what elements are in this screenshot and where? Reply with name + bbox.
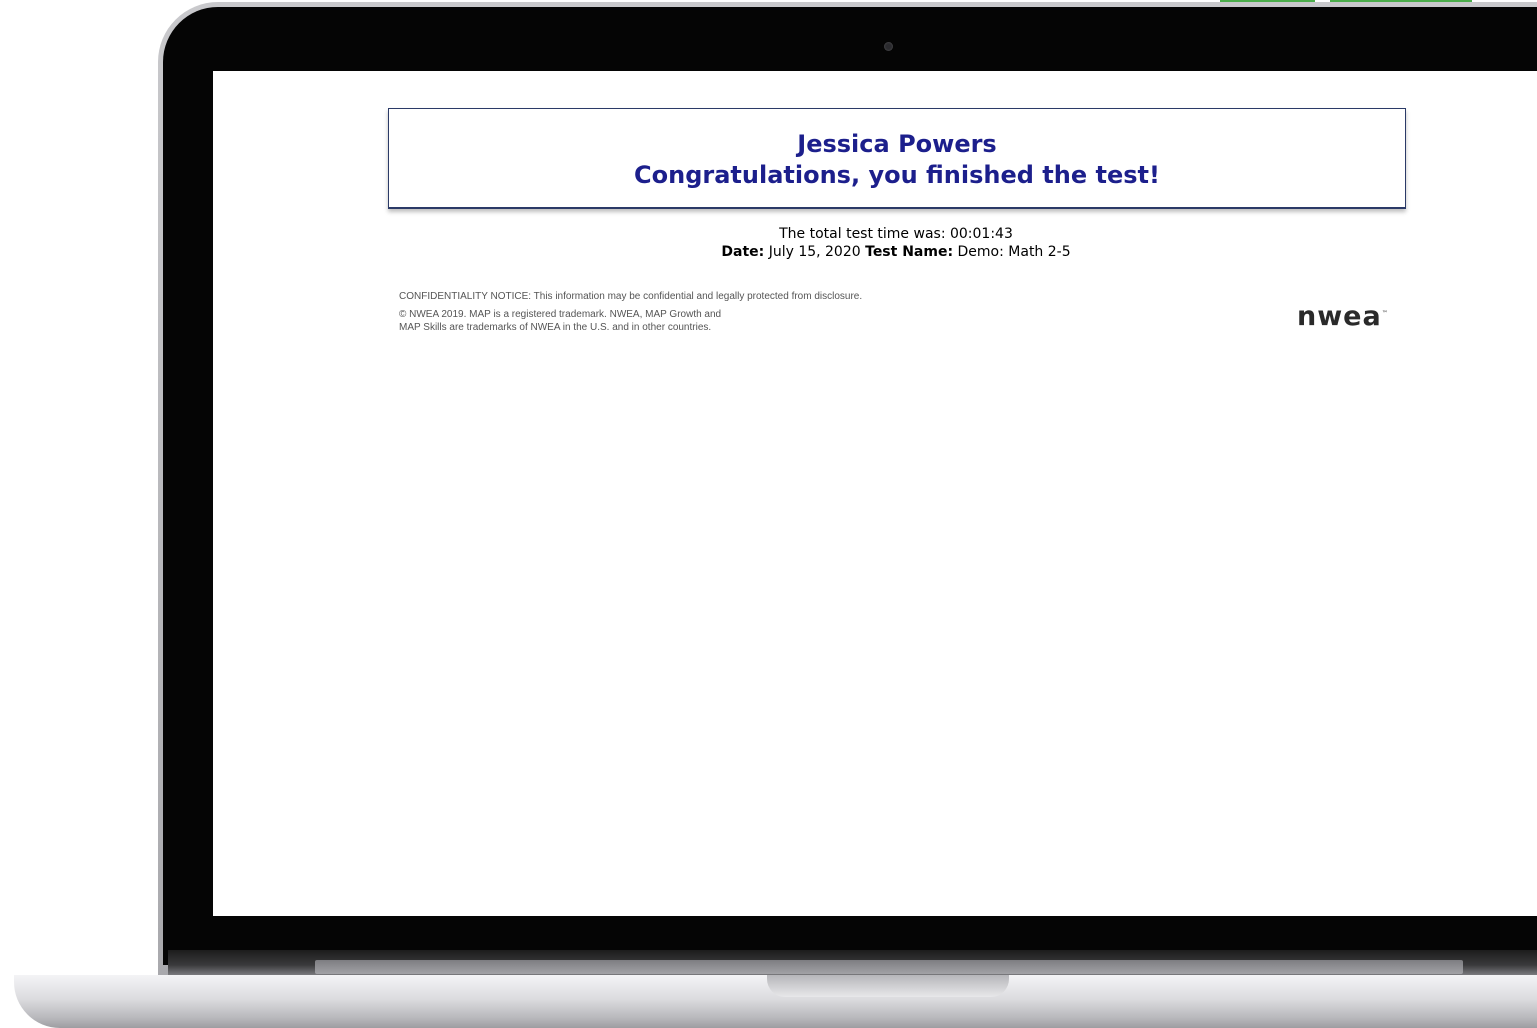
logo-tm: ™ (1381, 310, 1389, 317)
camera-icon (884, 42, 893, 51)
test-info: The total test time was: 00:01:43 Date: … (388, 225, 1404, 261)
student-name: Jessica Powers (797, 130, 997, 158)
date-value: July 15, 2020 (768, 244, 861, 260)
confidentiality-notice: CONFIDENTIALITY NOTICE: This information… (399, 291, 863, 302)
legal-notice: CONFIDENTIALITY NOTICE: This information… (399, 290, 1099, 334)
laptop-mockup: Jessica Powers Congratulations, you fini… (0, 0, 1537, 1028)
logo-text: nwea (1297, 301, 1382, 332)
copyright-line-2: MAP Skills are trademarks of NWEA in the… (399, 322, 712, 333)
test-complete-screen: Jessica Powers Congratulations, you fini… (213, 71, 1537, 916)
date-label: Date: (721, 244, 765, 260)
test-name-label: Test Name: (865, 244, 954, 260)
test-name-value: Demo: Math 2-5 (957, 244, 1071, 260)
total-test-time: The total test time was: 00:01:43 (779, 226, 1013, 242)
nwea-logo: nwea™ (1297, 301, 1389, 332)
completion-banner: Jessica Powers Congratulations, you fini… (388, 108, 1406, 209)
copyright-line-1: © NWEA 2019. MAP is a registered tradema… (399, 309, 722, 320)
completion-message: Congratulations, you finished the test! (634, 161, 1160, 189)
hinge-band (315, 960, 1463, 974)
test-meta-line: Date: July 15, 2020 Test Name: Demo: Mat… (388, 243, 1404, 261)
base-notch (767, 975, 1009, 997)
